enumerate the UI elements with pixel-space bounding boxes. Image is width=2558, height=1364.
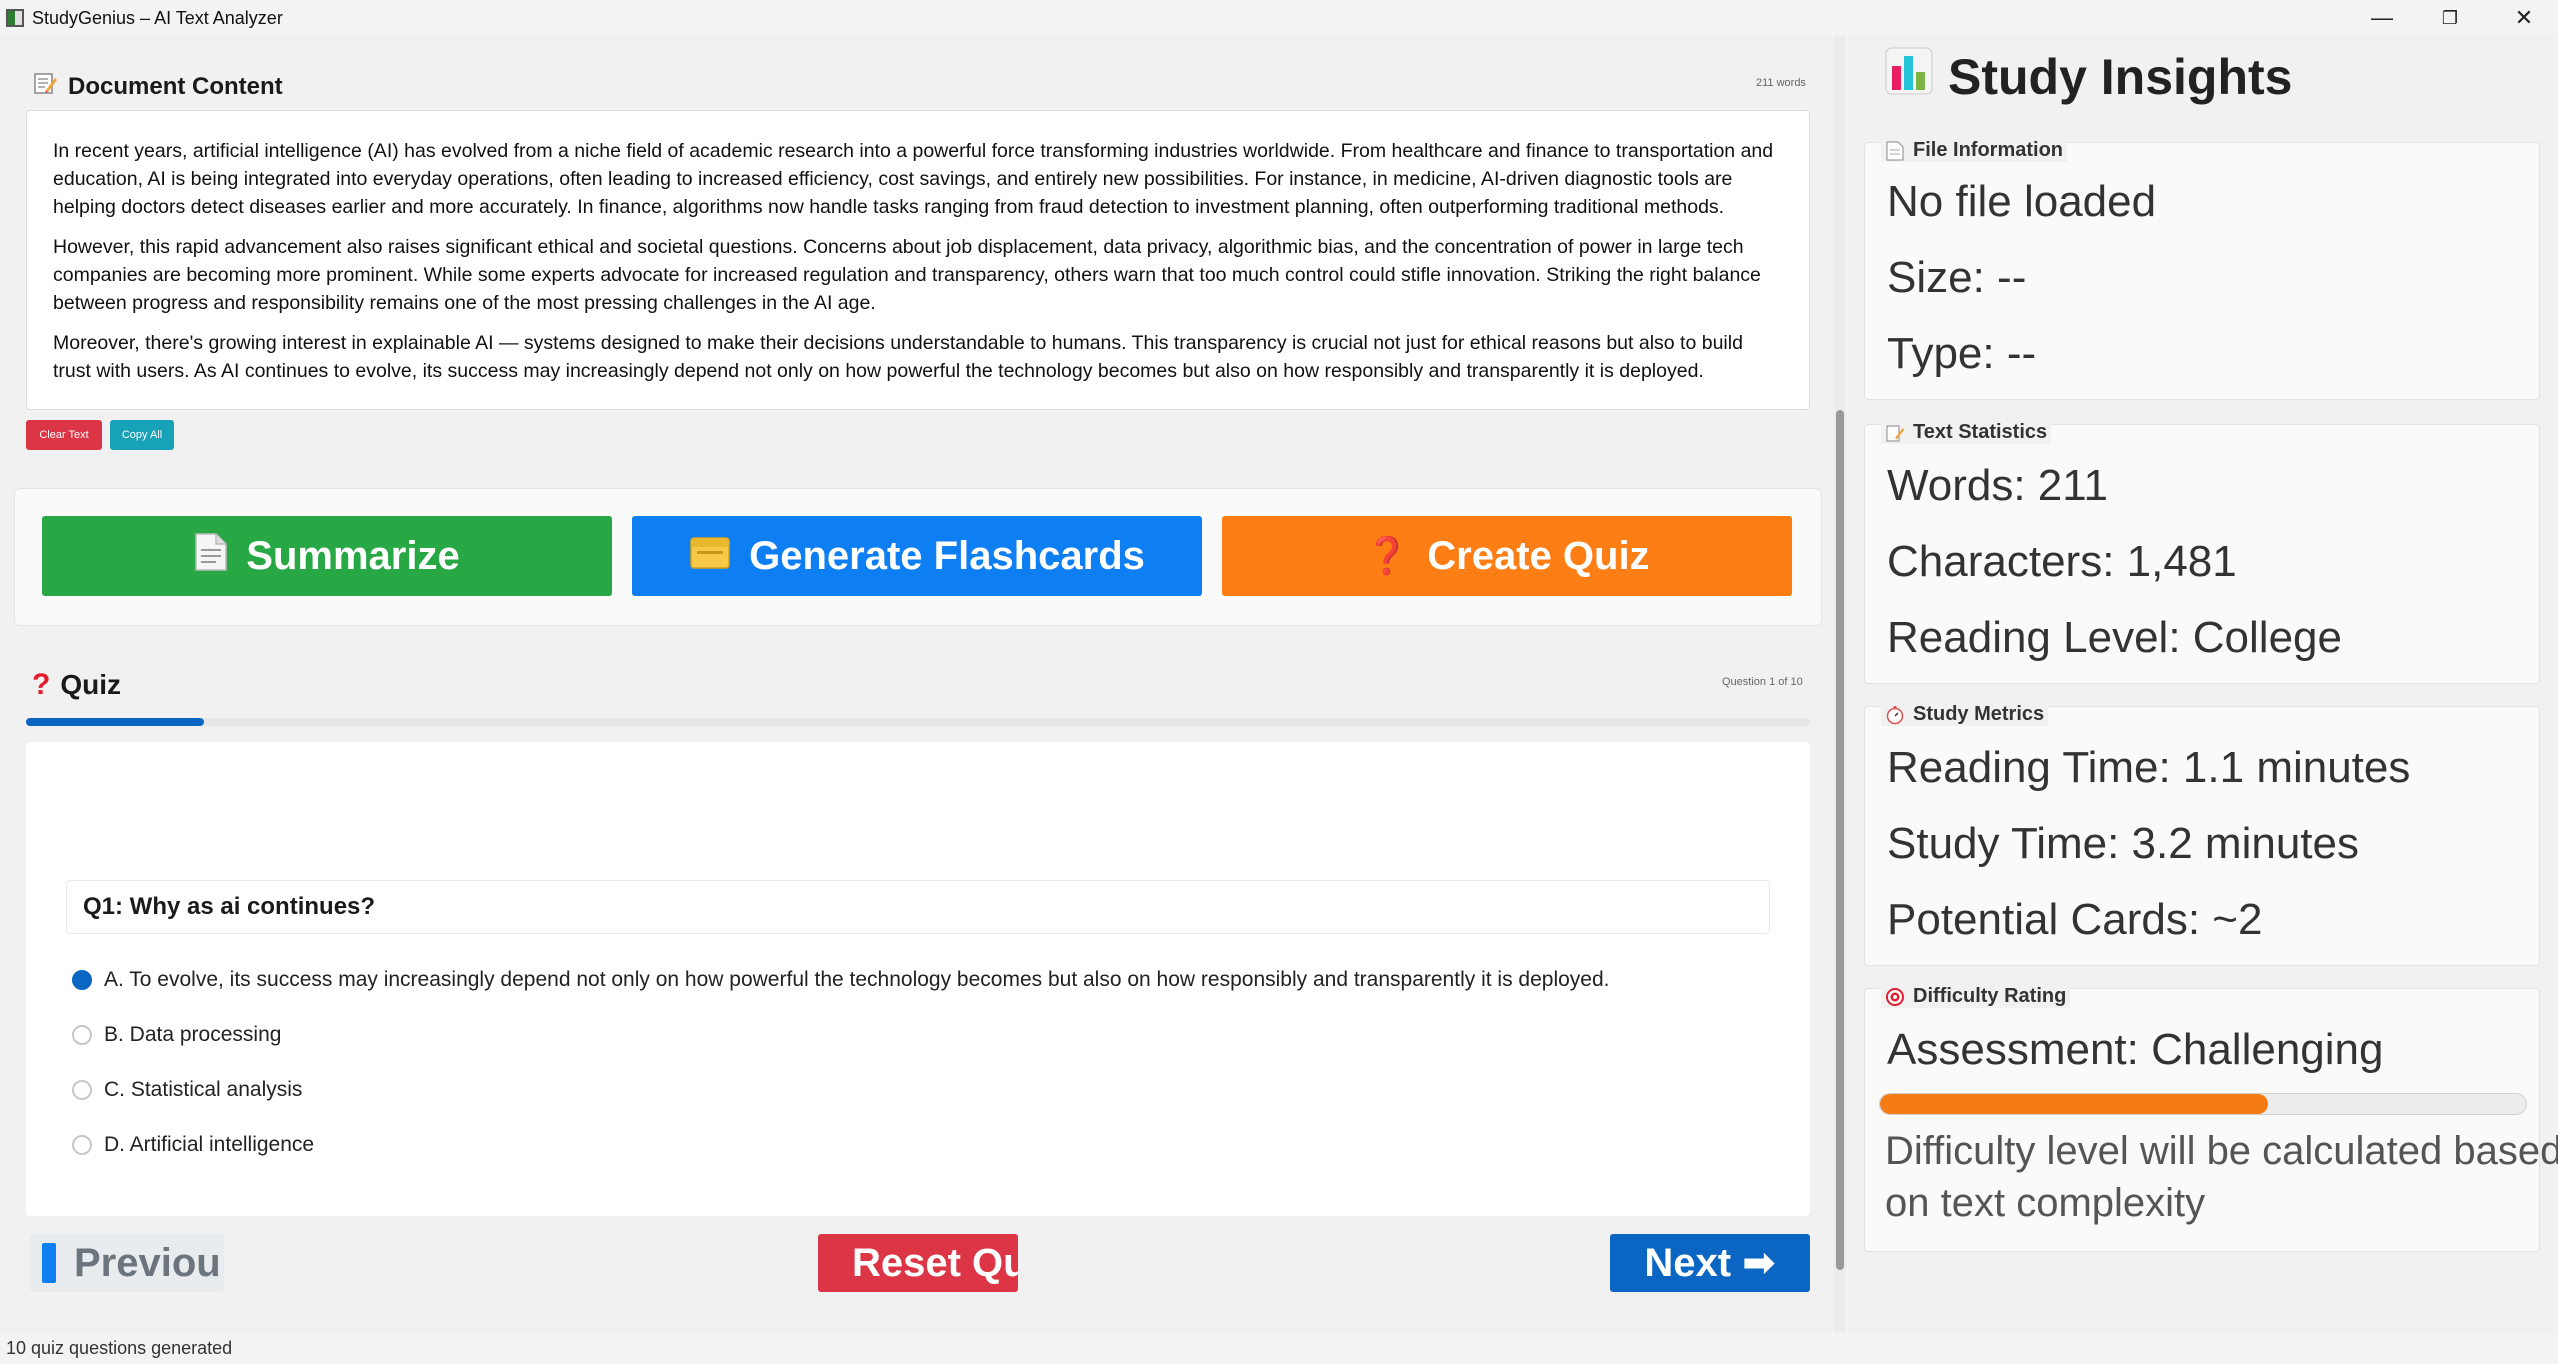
text-stats-title: Text Statistics [1913, 421, 2048, 443]
previous-label: Previou [74, 1240, 221, 1285]
file-info-card: File Information No file loaded Size: --… [1864, 139, 2540, 400]
option-a[interactable]: A. To evolve, its success may increasing… [72, 968, 1609, 992]
difficulty-assessment: Assessment: Challenging [1887, 1025, 2384, 1074]
difficulty-bar-track [1879, 1093, 2527, 1115]
stopwatch-icon [1885, 705, 1905, 725]
maximize-button[interactable]: ❐ [2416, 0, 2484, 36]
potential-cards: Potential Cards: ~2 [1887, 895, 2263, 944]
file-name: No file loaded [1887, 177, 2157, 226]
next-button[interactable]: Next ➡ [1610, 1234, 1810, 1292]
study-metrics-title: Study Metrics [1913, 703, 2045, 725]
paragraph: However, this rapid advancement also rai… [53, 236, 1761, 314]
radio-button[interactable] [72, 1025, 92, 1045]
reset-quiz-label: Reset Qu [852, 1240, 1018, 1285]
document-title: Document Content [68, 72, 283, 100]
insights-header: Study Insights [1884, 46, 2292, 108]
status-bar: 10 quiz questions generated [0, 1332, 2558, 1364]
document-header: Document Content [32, 70, 283, 103]
next-label: Next ➡ [1644, 1241, 1776, 1285]
option-d[interactable]: D. Artificial intelligence [72, 1133, 314, 1157]
memo-icon [32, 70, 58, 103]
title-bar: StudyGenius – AI Text Analyzer [0, 0, 2558, 36]
paragraph: In recent years, artificial intelligence… [53, 140, 1774, 218]
minimize-button[interactable]: — [2348, 0, 2416, 36]
question-mark-icon: ❓ [1364, 535, 1410, 576]
text-stats-card: Text Statistics Words: 211 Characters: 1… [1864, 421, 2540, 684]
create-quiz-label: Create Quiz [1427, 533, 1650, 578]
summarize-button[interactable]: Summarize [42, 516, 612, 596]
difficulty-bar-fill [1880, 1094, 2268, 1114]
reset-quiz-button[interactable]: Reset Qu [818, 1234, 1018, 1292]
previous-button[interactable]: Previou [30, 1234, 224, 1292]
page-icon [1885, 141, 1905, 161]
study-metrics-card: Study Metrics Reading Time: 1.1 minutes … [1864, 703, 2540, 966]
close-button[interactable]: ✕ [2490, 0, 2558, 36]
summarize-label: Summarize [246, 533, 460, 578]
card-box-icon [689, 534, 731, 579]
create-quiz-button[interactable]: ❓ Create Quiz [1222, 516, 1792, 596]
document-text-area[interactable]: In recent years, artificial intelligence… [26, 110, 1810, 410]
quiz-title: Quiz [60, 669, 121, 700]
quiz-progress-fill [26, 718, 205, 726]
bar-chart-icon [1884, 46, 1934, 108]
quiz-header: ? Quiz [32, 668, 121, 702]
study-metrics-header: Study Metrics [1881, 703, 2049, 726]
clear-text-button[interactable]: Clear Text [26, 420, 102, 450]
file-info-title: File Information [1913, 139, 2063, 161]
arrow-left-icon [42, 1243, 56, 1283]
difficulty-title: Difficulty Rating [1913, 985, 2067, 1007]
insights-title: Study Insights [1948, 49, 2293, 105]
radio-button[interactable] [72, 1080, 92, 1100]
option-label: D. Artificial intelligence [104, 1133, 315, 1156]
file-size: Size: -- [1887, 253, 2027, 302]
app-icon [6, 9, 24, 27]
file-info-header: File Information [1881, 139, 2067, 162]
target-icon [1885, 987, 1905, 1007]
question-mark-icon: ? [32, 668, 51, 701]
option-label: B. Data processing [104, 1023, 282, 1046]
option-label: C. Statistical analysis [104, 1078, 303, 1101]
window-title: StudyGenius – AI Text Analyzer [32, 7, 283, 28]
option-b[interactable]: B. Data processing [72, 1023, 281, 1047]
copy-all-button[interactable]: Copy All [110, 420, 174, 450]
scrollbar-thumb[interactable] [1836, 410, 1844, 1270]
flashcards-label: Generate Flashcards [749, 533, 1145, 578]
study-time: Study Time: 3.2 minutes [1887, 819, 2359, 868]
memo-icon [1885, 423, 1905, 443]
quiz-progress-track [26, 718, 1810, 726]
radio-button[interactable] [72, 1135, 92, 1155]
option-c[interactable]: C. Statistical analysis [72, 1078, 302, 1102]
reading-time: Reading Time: 1.1 minutes [1887, 743, 2411, 792]
question-text: Q1: Why as ai continues? [66, 880, 1770, 934]
radio-button[interactable] [72, 970, 92, 990]
file-type: Type: -- [1887, 329, 2037, 378]
word-stat: Words: 211 [1887, 461, 2108, 510]
word-count: 211 words [1756, 77, 1806, 89]
text-stats-header: Text Statistics [1881, 421, 2052, 444]
difficulty-card: Difficulty Rating Assessment: Challengin… [1864, 985, 2558, 1252]
paragraph: Moreover, there's growing interest in ex… [53, 332, 1743, 382]
option-label: A. To evolve, its success may increasing… [104, 968, 1610, 991]
generate-flashcards-button[interactable]: Generate Flashcards [632, 516, 1202, 596]
difficulty-note-line2: on text complexity [1885, 1181, 2206, 1225]
reading-level-stat: Reading Level: College [1887, 613, 2342, 662]
difficulty-note-line1: Difficulty level will be calculated base… [1885, 1129, 2558, 1173]
status-text: 10 quiz questions generated [6, 1337, 233, 1358]
character-stat: Characters: 1,481 [1887, 537, 2237, 586]
difficulty-header: Difficulty Rating [1881, 985, 2071, 1008]
document-icon [194, 532, 228, 581]
question-counter: Question 1 of 10 [1722, 676, 1803, 688]
